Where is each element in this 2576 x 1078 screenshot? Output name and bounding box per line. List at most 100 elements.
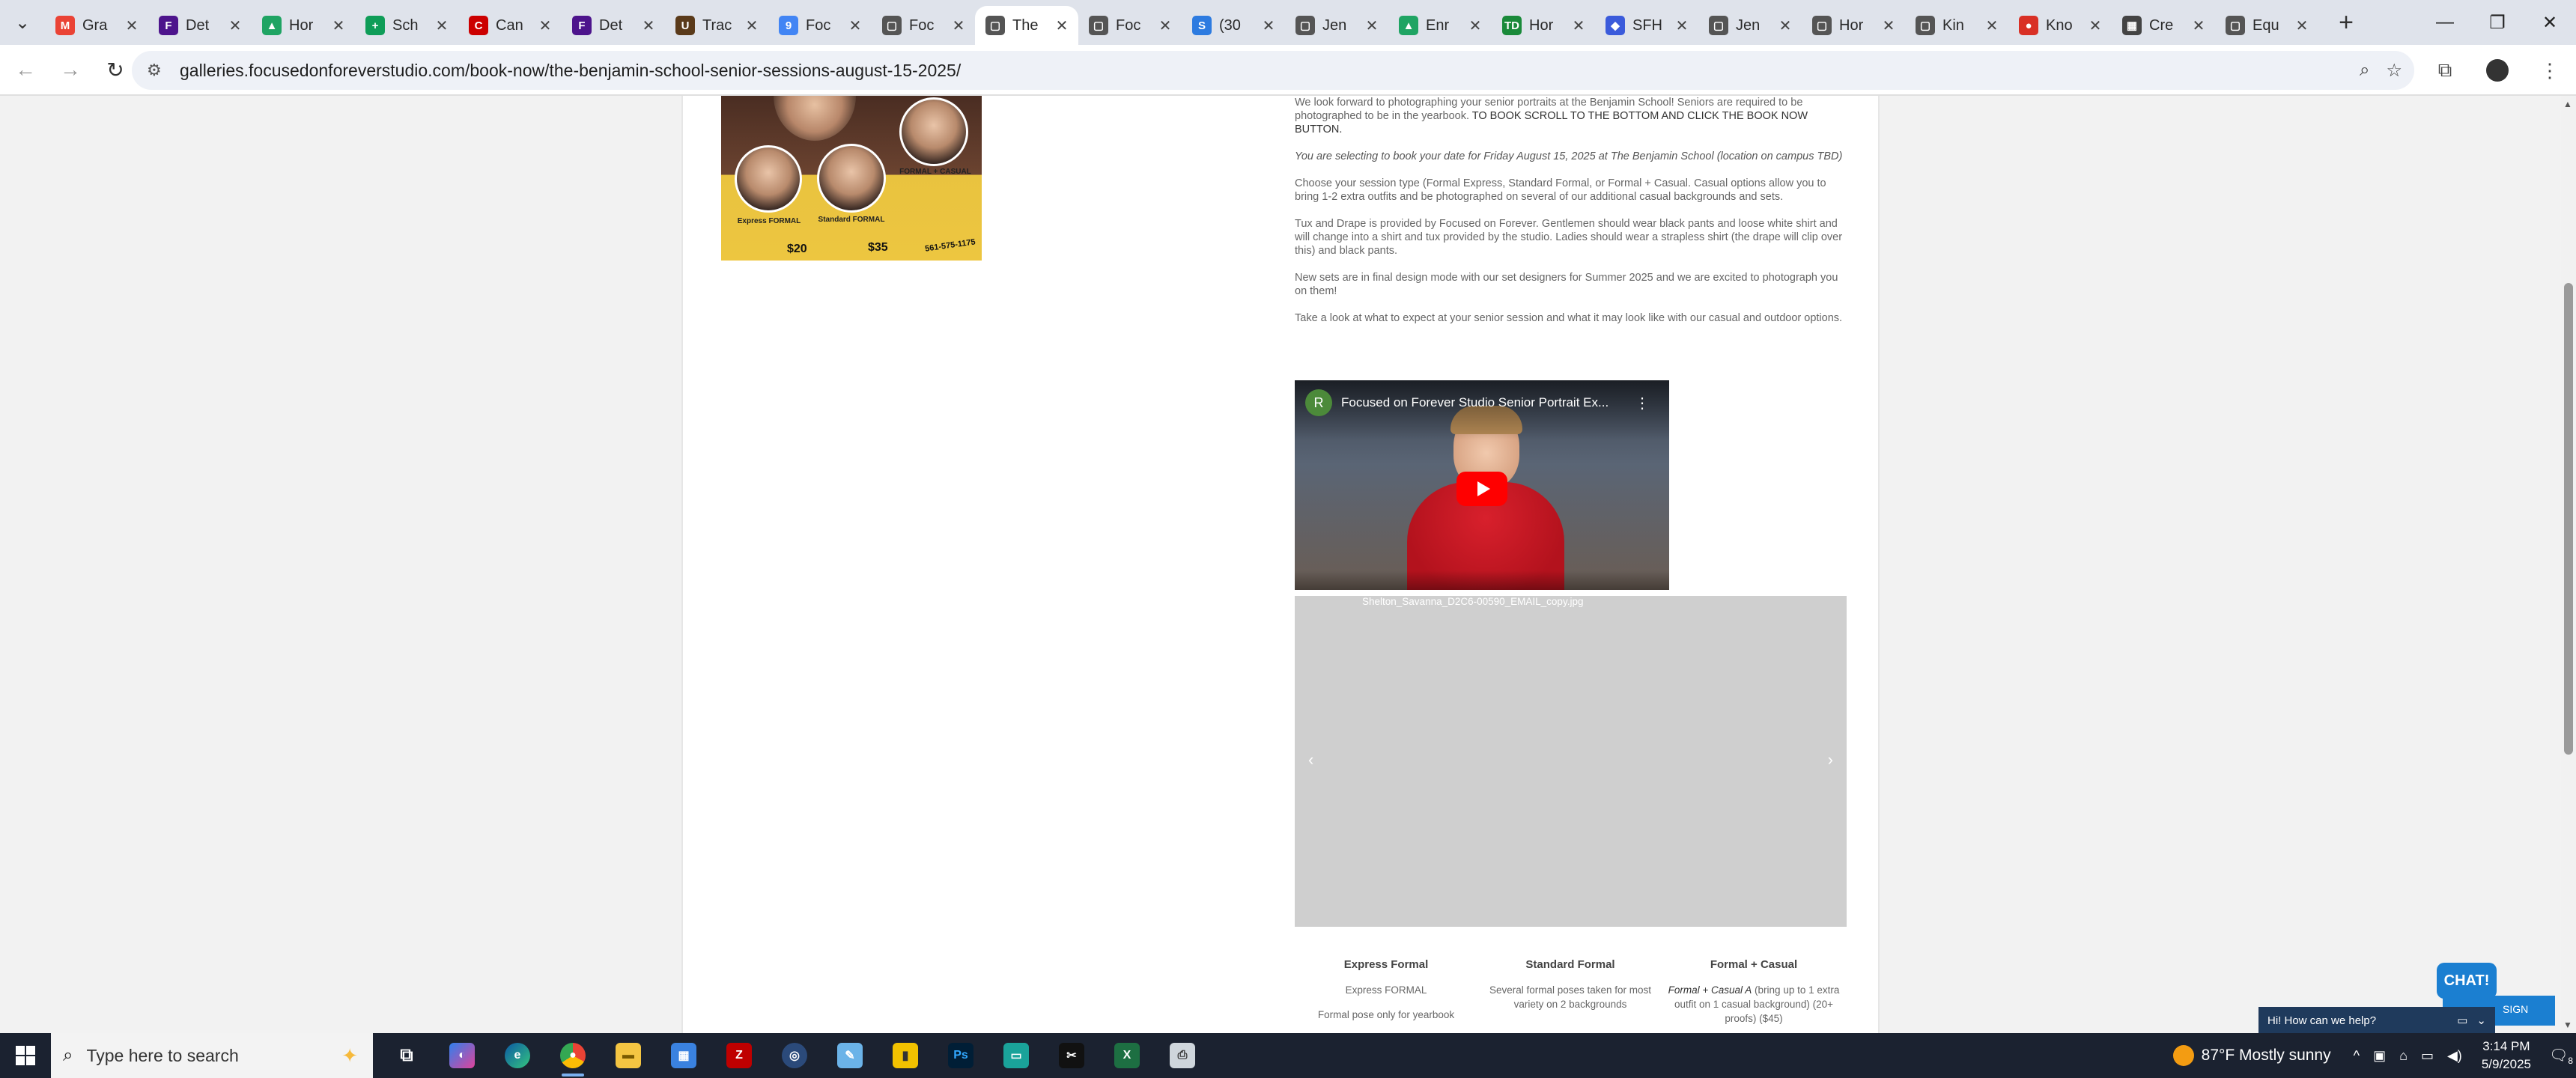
close-tab-icon[interactable]: ✕ [743, 16, 761, 35]
scroll-up-icon[interactable]: ▲ [2563, 99, 2572, 109]
app-globe-button[interactable]: ◎ [767, 1033, 822, 1078]
start-button[interactable] [0, 1033, 51, 1078]
video-title[interactable]: Focused on Forever Studio Senior Portrai… [1341, 395, 1609, 410]
close-tab-icon[interactable]: ✕ [1673, 16, 1691, 35]
close-tab-icon[interactable]: ✕ [640, 16, 657, 35]
close-tab-icon[interactable]: ✕ [1363, 16, 1381, 35]
browser-tab[interactable]: F Det ✕ [562, 6, 665, 45]
taskbar-search[interactable]: ⌕ Type here to search ✦ [51, 1033, 373, 1078]
close-tab-icon[interactable]: ✕ [2293, 16, 2311, 35]
copilot-button[interactable]: ◐ [434, 1033, 490, 1078]
close-tab-icon[interactable]: ✕ [226, 16, 244, 35]
browser-tab[interactable]: ▢ The ✕ [975, 6, 1078, 45]
close-tab-icon[interactable]: ✕ [1466, 16, 1484, 35]
amazon-button[interactable]: ▭ [988, 1033, 1044, 1078]
address-bar[interactable]: ⚙ galleries.focusedonforeverstudio.com/b… [132, 51, 2414, 90]
printer-button[interactable]: ⎙ [1155, 1033, 1210, 1078]
notepad-button[interactable]: ✎ [822, 1033, 878, 1078]
site-info-icon[interactable]: ⚙ [147, 61, 169, 80]
video-more-icon[interactable]: ⋮ [1635, 394, 1650, 412]
video-play-button[interactable] [1456, 472, 1507, 506]
restore-icon[interactable]: ❐ [2471, 0, 2524, 45]
browser-tab[interactable]: ▢ Kin ✕ [1905, 6, 2008, 45]
back-button[interactable]: ← [3, 47, 48, 92]
youtube-embed[interactable]: R Focused on Forever Studio Senior Portr… [1295, 380, 1669, 590]
page-scrollbar[interactable]: ▲ ▼ [2561, 96, 2576, 1033]
display-icon[interactable]: ▭ [2421, 1048, 2434, 1064]
bookmark-star-icon[interactable]: ☆ [2386, 60, 2402, 82]
extensions-icon[interactable]: ⧉ [2419, 58, 2471, 82]
browser-tab[interactable]: U Trac ✕ [665, 6, 768, 45]
edge-button[interactable]: e [490, 1033, 545, 1078]
clock[interactable]: 3:14 PM 5/9/2025 [2482, 1038, 2531, 1074]
close-tab-icon[interactable]: ✕ [1260, 16, 1278, 35]
notification-icon[interactable]: 🗨8 [2546, 1046, 2576, 1066]
close-tab-icon[interactable]: ✕ [1053, 16, 1071, 35]
url-text[interactable]: galleries.focusedonforeverstudio.com/boo… [180, 61, 961, 81]
browser-tab[interactable]: ● Kno ✕ [2008, 6, 2112, 45]
browser-tab[interactable]: M Gra ✕ [45, 6, 148, 45]
close-tab-icon[interactable]: ✕ [1880, 16, 1898, 35]
calculator-button[interactable]: ▦ [656, 1033, 711, 1078]
reload-button[interactable]: ↻ [93, 47, 138, 92]
slide-next-arrow-icon[interactable]: › [1828, 750, 1833, 770]
browser-tab[interactable]: 9 Foc ✕ [768, 6, 872, 45]
close-tab-icon[interactable]: ✕ [536, 16, 554, 35]
close-tab-icon[interactable]: ✕ [950, 16, 967, 35]
forward-button[interactable]: → [48, 47, 93, 92]
close-tab-icon[interactable]: ✕ [2190, 16, 2208, 35]
scrollbar-thumb[interactable] [2564, 283, 2573, 755]
browser-tab[interactable]: ◆ SFH ✕ [1595, 6, 1698, 45]
close-tab-icon[interactable]: ✕ [1156, 16, 1174, 35]
file-explorer-button[interactable]: ▬ [601, 1033, 656, 1078]
volume-icon[interactable]: ◀) [2447, 1048, 2462, 1064]
zoom-icon[interactable]: ⌕ [2360, 60, 2369, 81]
chat-bar[interactable]: Hi! How can we help? ▭ ⌄ [2258, 1007, 2495, 1034]
browser-tab[interactable]: F Det ✕ [148, 6, 252, 45]
scroll-down-icon[interactable]: ▼ [2563, 1020, 2572, 1030]
close-tab-icon[interactable]: ✕ [846, 16, 864, 35]
close-tab-icon[interactable]: ✕ [1776, 16, 1794, 35]
profile-avatar[interactable] [2486, 59, 2509, 82]
new-tab-button[interactable]: + [2327, 8, 2365, 37]
browser-tab[interactable]: ▢ Foc ✕ [872, 6, 975, 45]
close-tab-icon[interactable]: ✕ [123, 16, 141, 35]
browser-tab[interactable]: ▢ Jen ✕ [1698, 6, 1802, 45]
filezilla-button[interactable]: Z [711, 1033, 767, 1078]
meet-icon[interactable]: ▣ [2373, 1048, 2386, 1064]
browser-tab[interactable]: S (30 ✕ [1182, 6, 1285, 45]
close-tab-icon[interactable]: ✕ [2086, 16, 2104, 35]
browser-tab[interactable]: ▢ Foc ✕ [1078, 6, 1182, 45]
browser-tab[interactable]: C Can ✕ [458, 6, 562, 45]
close-tab-icon[interactable]: ✕ [1570, 16, 1588, 35]
browser-tab[interactable]: ▲ Hor ✕ [252, 6, 355, 45]
chat-message-icon[interactable]: ▭ [2457, 1014, 2467, 1027]
chevron-up-icon[interactable]: ^ [2354, 1048, 2360, 1064]
task-view-button[interactable]: ⧉ [379, 1033, 434, 1078]
chrome-button[interactable]: ● [545, 1033, 601, 1078]
sticky-app-button[interactable]: ▮ [878, 1033, 933, 1078]
tab-search-button[interactable]: ⌄ [0, 0, 45, 45]
browser-tab[interactable]: ▢ Equ ✕ [2215, 6, 2318, 45]
photoshop-button[interactable]: Ps [933, 1033, 988, 1078]
browser-tab[interactable]: TD Hor ✕ [1492, 6, 1595, 45]
browser-tab[interactable]: + Sch ✕ [355, 6, 458, 45]
chat-collapse-icon[interactable]: ⌄ [2476, 1014, 2486, 1027]
browser-tab[interactable]: ▢ Jen ✕ [1285, 6, 1388, 45]
channel-avatar[interactable]: R [1305, 389, 1332, 416]
slide-prev-arrow-icon[interactable]: ‹ [1308, 750, 1313, 770]
minimize-icon[interactable]: — [2419, 0, 2471, 45]
browser-tab[interactable]: ▢ Hor ✕ [1802, 6, 1905, 45]
browser-tab[interactable]: ▲ Enr ✕ [1388, 6, 1492, 45]
close-tab-icon[interactable]: ✕ [433, 16, 451, 35]
capcut-button[interactable]: ✂ [1044, 1033, 1099, 1078]
close-tab-icon[interactable]: ✕ [329, 16, 347, 35]
chat-bubble[interactable]: CHAT! [2437, 963, 2497, 999]
close-window-icon[interactable]: ✕ [2524, 0, 2576, 45]
browser-tab[interactable]: ▦ Cre ✕ [2112, 6, 2215, 45]
menu-icon[interactable]: ⋮ [2524, 59, 2576, 82]
network-icon[interactable]: ⌂ [2399, 1048, 2408, 1064]
close-tab-icon[interactable]: ✕ [1983, 16, 2001, 35]
weather-widget[interactable]: 87°F Mostly sunny [2172, 1045, 2331, 1066]
excel-button[interactable]: X [1099, 1033, 1155, 1078]
